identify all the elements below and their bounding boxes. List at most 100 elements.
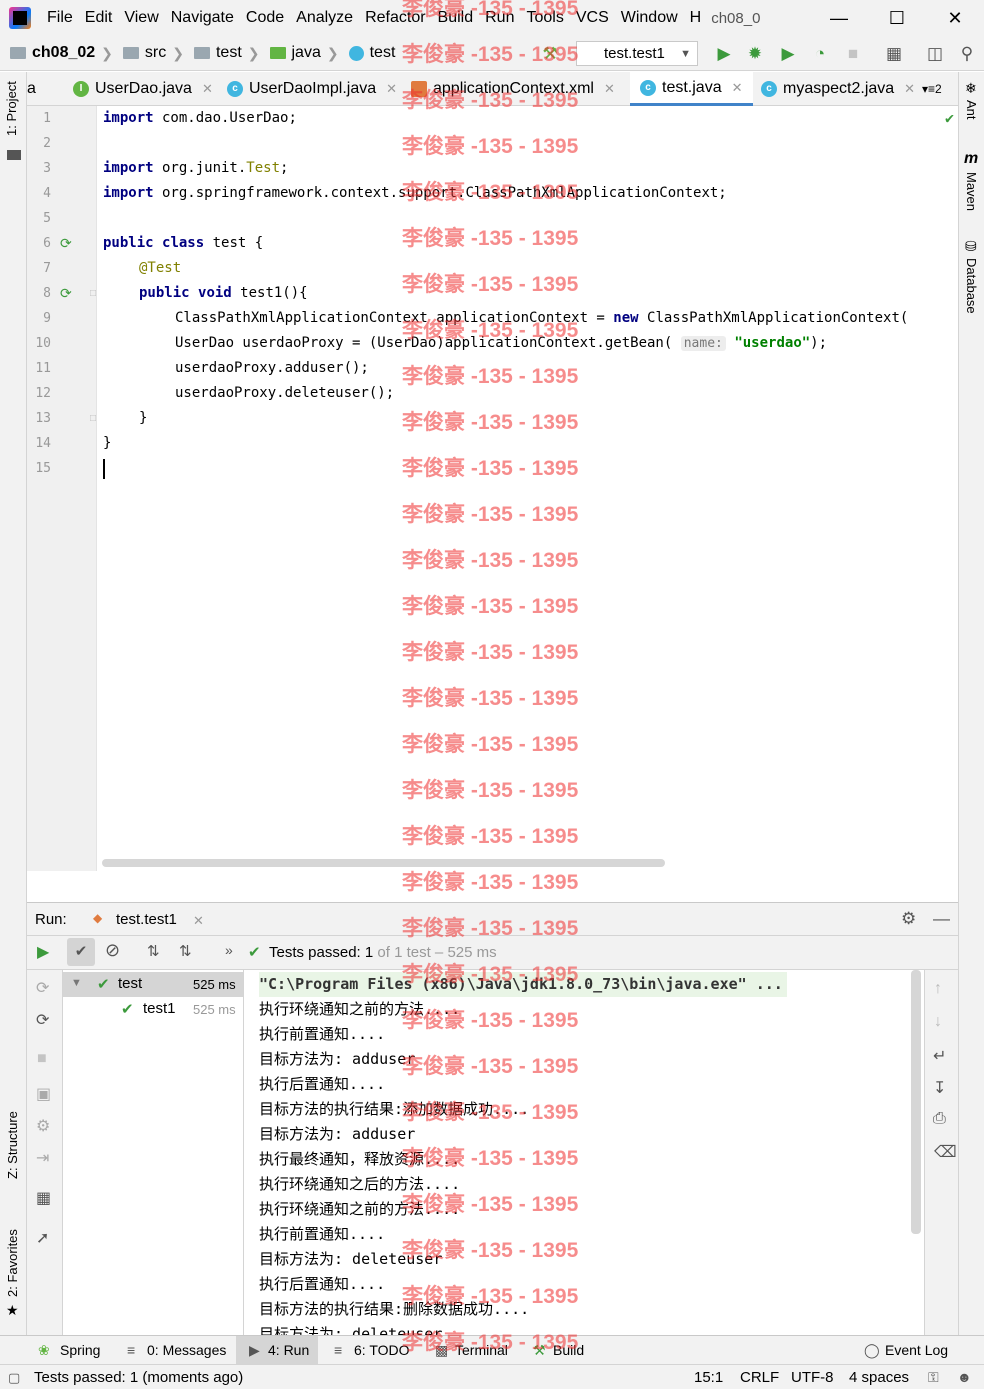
- hide-panel-icon[interactable]: —: [933, 909, 950, 929]
- menu-tools[interactable]: Tools: [526, 9, 563, 27]
- sort-by-duration-icon[interactable]: ⇅: [179, 942, 192, 960]
- maximize-icon[interactable]: ☐: [868, 0, 926, 36]
- menu-view[interactable]: View: [124, 9, 158, 27]
- pin-icon[interactable]: ➚: [36, 1228, 49, 1248]
- lock-icon[interactable]: ⚿: [928, 1365, 939, 1390]
- close-icon[interactable]: ✕: [193, 913, 204, 929]
- stop-icon[interactable]: ■: [843, 44, 863, 64]
- close-icon[interactable]: ✕: [202, 81, 213, 97]
- show-ignored-icon[interactable]: ⊘: [105, 940, 120, 961]
- menu-build[interactable]: Build: [438, 9, 474, 27]
- menu-help[interactable]: H: [690, 9, 702, 27]
- run-icon[interactable]: ▶: [714, 44, 734, 64]
- toggle-autotest-icon[interactable]: ⟳: [36, 1010, 49, 1030]
- caret-position[interactable]: 15:1: [694, 1365, 723, 1390]
- editor-horizontal-scrollbar[interactable]: [102, 859, 665, 867]
- status-message[interactable]: Tests passed: 1 (moments ago): [34, 1365, 243, 1390]
- project-structure-icon[interactable]: ▦: [884, 44, 904, 64]
- profile-icon[interactable]: ◔: [810, 44, 830, 64]
- indent-setting[interactable]: 4 spaces: [849, 1365, 909, 1390]
- menu-run[interactable]: Run: [485, 9, 514, 27]
- close-icon[interactable]: ✕: [732, 80, 743, 96]
- close-icon[interactable]: ✕: [386, 81, 397, 97]
- more-actions-icon[interactable]: »: [225, 942, 233, 958]
- settings-icon[interactable]: ⚙: [36, 1116, 50, 1136]
- line-separator[interactable]: CRLF: [740, 1365, 779, 1390]
- search-icon[interactable]: ⚲: [957, 44, 977, 64]
- tab-userdao[interactable]: I UserDao.java ✕: [73, 72, 213, 106]
- tab-userdaoimpl[interactable]: c UserDaoImpl.java ✕: [227, 72, 397, 106]
- camera-icon[interactable]: ▣: [36, 1084, 51, 1104]
- structure-tool-tab[interactable]: Z: Structure: [5, 1111, 20, 1179]
- menu-vcs[interactable]: VCS: [576, 9, 609, 27]
- chevron-down-icon[interactable]: ▼: [71, 977, 82, 989]
- show-passed-toggle[interactable]: ✔: [67, 938, 95, 966]
- trash-icon[interactable]: ⌫: [934, 1142, 957, 1162]
- menu-file[interactable]: File: [47, 9, 73, 27]
- maven-tool-tab[interactable]: Maven: [964, 172, 979, 211]
- tree-node-test1[interactable]: test1: [143, 1000, 176, 1017]
- menu-analyze[interactable]: Analyze: [296, 9, 353, 27]
- menu-refactor[interactable]: Refactor: [365, 9, 425, 27]
- breadcrumb-src[interactable]: src ❯: [122, 44, 184, 62]
- arrow-up-icon[interactable]: ↑: [934, 980, 942, 998]
- menu-window[interactable]: Window: [621, 9, 678, 27]
- tab-messages[interactable]: 0: Messages: [147, 1336, 226, 1365]
- scroll-to-end-icon[interactable]: ↧: [933, 1078, 946, 1098]
- rerun-failed-icon[interactable]: ⟳: [36, 978, 49, 998]
- menu-edit[interactable]: Edit: [85, 9, 113, 27]
- tabs-overflow-button[interactable]: ▾≡ 2: [922, 72, 942, 106]
- tab-event-log[interactable]: Event Log: [885, 1336, 948, 1365]
- run-tab-label[interactable]: test.test1: [116, 911, 177, 928]
- layout-icon[interactable]: ▦: [36, 1188, 51, 1208]
- stop-icon[interactable]: ■: [37, 1050, 47, 1068]
- breadcrumb-project[interactable]: ch08_02 ❯: [10, 44, 113, 62]
- layout-icon[interactable]: ◫: [925, 44, 945, 64]
- print-icon[interactable]: ⎙: [933, 1110, 946, 1128]
- tree-node-test[interactable]: test: [118, 975, 142, 992]
- status-icon[interactable]: ▢: [8, 1365, 20, 1390]
- debug-icon[interactable]: ✹: [745, 44, 765, 64]
- database-tool-tab[interactable]: Database: [964, 258, 979, 314]
- tab-spring[interactable]: Spring: [60, 1336, 100, 1365]
- breadcrumb-test[interactable]: test ❯: [193, 44, 260, 62]
- run-test-gutter-icon[interactable]: ⟳: [60, 235, 72, 252]
- inspector-icon[interactable]: ☻: [957, 1365, 972, 1390]
- project-tool-tab[interactable]: 1: Project: [4, 81, 19, 136]
- breadcrumb-java[interactable]: java ❯: [269, 44, 339, 62]
- menu-code[interactable]: Code: [246, 9, 284, 27]
- coverage-icon[interactable]: ▶: [778, 44, 798, 64]
- close-icon[interactable]: ✕: [926, 0, 984, 36]
- tab-run[interactable]: 4: Run: [268, 1336, 309, 1365]
- tab-hidden-java[interactable]: a: [27, 72, 36, 106]
- menu-navigate[interactable]: Navigate: [171, 9, 234, 27]
- favorites-tool-tab[interactable]: 2: Favorites: [5, 1229, 20, 1297]
- minimize-icon[interactable]: —: [810, 0, 868, 36]
- fold-icon[interactable]: □: [90, 288, 96, 299]
- close-icon[interactable]: ✕: [604, 81, 615, 97]
- tab-terminal[interactable]: Terminal: [455, 1336, 508, 1365]
- rerun-icon[interactable]: ▶: [37, 942, 49, 962]
- close-icon[interactable]: ✕: [904, 81, 915, 97]
- fold-icon[interactable]: □: [90, 413, 96, 424]
- code-editor[interactable]: import com.dao.UserDao; import org.junit…: [97, 106, 958, 871]
- tab-applicationcontext[interactable]: applicationContext.xml ✕: [411, 72, 615, 106]
- run-configuration-select[interactable]: test.test1 ▼: [576, 41, 698, 66]
- import-icon[interactable]: ⇥: [36, 1148, 49, 1168]
- tab-test-java[interactable]: c test.java ✕: [630, 72, 753, 106]
- gear-icon[interactable]: ⚙: [901, 909, 916, 929]
- inspection-ok-icon[interactable]: ✔: [945, 109, 954, 127]
- tab-build[interactable]: Build: [553, 1336, 584, 1365]
- console-output[interactable]: "C:\Program Files (x86)\Java\jdk1.8.0_73…: [244, 970, 924, 1335]
- console-vertical-scrollbar[interactable]: [911, 970, 921, 1234]
- arrow-down-icon[interactable]: ↓: [934, 1013, 942, 1031]
- ant-tool-tab[interactable]: Ant: [964, 100, 979, 120]
- tab-myaspect2[interactable]: c myaspect2.java ✕: [761, 72, 915, 106]
- build-hammer-icon[interactable]: ⚒: [540, 44, 560, 64]
- breadcrumb-class[interactable]: test: [348, 44, 395, 62]
- file-encoding[interactable]: UTF-8: [791, 1365, 834, 1390]
- soft-wrap-icon[interactable]: ↵: [933, 1046, 946, 1066]
- sort-alphabetically-icon[interactable]: ⇅: [147, 942, 160, 960]
- run-test-gutter-icon[interactable]: ⟳: [60, 285, 72, 302]
- tab-todo[interactable]: 6: TODO: [354, 1336, 410, 1365]
